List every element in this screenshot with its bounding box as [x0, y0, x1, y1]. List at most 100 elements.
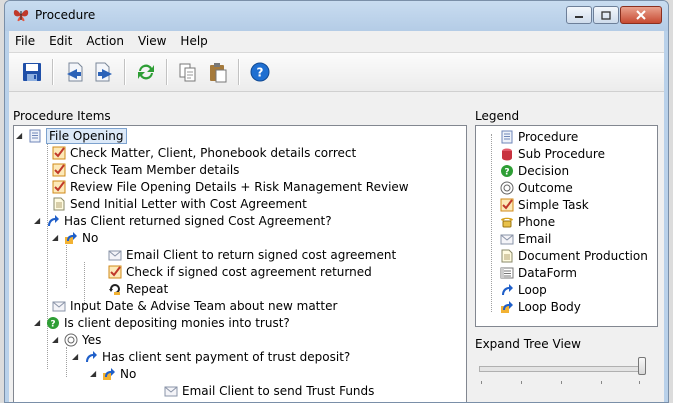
export-button[interactable] [91, 58, 117, 86]
tree-connector [47, 143, 48, 369]
help-button[interactable]: ? [247, 58, 273, 86]
outcome-icon [500, 181, 514, 195]
simple-task-icon [500, 198, 514, 212]
collapse-arrow-icon[interactable]: ◢ [16, 131, 26, 140]
legend-item-label: Document Production [518, 248, 648, 263]
email-icon [108, 248, 122, 262]
copy-button[interactable] [175, 58, 201, 86]
email-icon [52, 299, 66, 313]
tree-item-label: Email Client to return signed cost agree… [126, 247, 397, 262]
tree-item-label: Repeat [126, 281, 169, 296]
collapse-arrow-icon[interactable]: ◢ [90, 369, 100, 378]
slider-tick [601, 381, 602, 384]
slider-thumb[interactable] [638, 357, 646, 375]
copy-icon [179, 63, 196, 82]
tree-item[interactable]: Check Matter, Client, Phonebook details … [52, 144, 356, 161]
maximize-icon [601, 10, 611, 20]
procedure-icon [500, 130, 514, 144]
legend-panel: Procedure Sub Procedure ? Decision Outco… [475, 125, 658, 327]
paste-button[interactable] [205, 58, 231, 86]
tree-item[interactable]: Check if signed cost agreement returned [108, 263, 372, 280]
tree-item[interactable]: Check Team Member details [52, 161, 239, 178]
tree-item[interactable]: ◢ Has client sent payment of trust depos… [72, 348, 350, 365]
tree-item[interactable]: Repeat [108, 280, 168, 297]
save-button[interactable] [19, 58, 45, 86]
collapse-arrow-icon[interactable]: ◢ [34, 318, 44, 327]
decision-icon: ? [46, 316, 60, 330]
legend-item: Loop [500, 281, 547, 298]
collapse-arrow-icon[interactable]: ◢ [34, 216, 44, 225]
legend-item-label: Simple Task [518, 197, 589, 212]
loop-icon [46, 214, 60, 228]
tree-item[interactable]: ◢ Has Client returned signed Cost Agreem… [34, 212, 332, 229]
tree-item[interactable]: ◢ No [90, 365, 136, 382]
legend-item: Loop Body [500, 298, 581, 315]
email-icon [500, 232, 514, 246]
collapse-arrow-icon[interactable]: ◢ [72, 352, 82, 361]
menu-view[interactable]: View [132, 34, 174, 48]
loop-body-icon [102, 367, 116, 381]
title-bar[interactable]: Procedure [5, 1, 668, 31]
procedure-window: Procedure File Edit Action View Help ? P… [4, 0, 669, 403]
legend-item-label: Phone [518, 214, 556, 229]
minimize-button[interactable] [566, 6, 592, 24]
legend-item-label: Procedure [518, 129, 579, 144]
tree-item[interactable]: Email Client to return signed cost agree… [108, 246, 396, 263]
document-production-icon [500, 249, 514, 263]
tree-item-label: Is client depositing monies into trust? [64, 315, 290, 330]
legend-connector [491, 134, 492, 312]
simple-task-icon [52, 146, 66, 160]
refresh-icon [138, 64, 154, 80]
tree-item[interactable]: Input Date & Advise Team about new matte… [52, 297, 337, 314]
tree-item[interactable]: Send Initial Letter with Cost Agreement [52, 195, 307, 212]
tree-item[interactable]: ◢ Yes [52, 331, 101, 348]
menu-help[interactable]: Help [174, 34, 215, 48]
menu-edit[interactable]: Edit [43, 34, 80, 48]
window-title: Procedure [35, 8, 96, 22]
tree-item-label: Email Client to send Trust Funds [182, 383, 375, 398]
tree-item[interactable]: ◢ No [52, 229, 98, 246]
slider-tick [521, 381, 522, 384]
tree-item-label: File Opening [46, 127, 127, 144]
collapse-arrow-icon[interactable]: ◢ [52, 335, 62, 344]
refresh-button[interactable] [133, 58, 159, 86]
menu-action[interactable]: Action [80, 34, 132, 48]
document-production-icon [52, 197, 66, 211]
butterfly-icon [13, 7, 29, 23]
tree-item-label: Check if signed cost agreement returned [126, 264, 372, 279]
decision-icon: ? [500, 164, 514, 178]
expand-tree-view-slider[interactable] [479, 357, 646, 384]
tree-item-label: Check Matter, Client, Phonebook details … [70, 145, 357, 160]
tree-item[interactable]: Review File Opening Details + Risk Manag… [52, 178, 409, 195]
menu-file[interactable]: File [9, 34, 43, 48]
toolbar-separator [52, 59, 54, 85]
close-button[interactable] [620, 6, 662, 24]
collapse-arrow-icon[interactable]: ◢ [52, 233, 62, 242]
sub-procedure-icon [500, 147, 514, 161]
tree-item[interactable]: ◢ File Opening [16, 127, 127, 144]
procedure-tree[interactable]: ◢ File Opening Check Matter, Client, Pho… [13, 125, 467, 402]
maximize-button[interactable] [593, 6, 619, 24]
tree-item[interactable]: Email Client to send Trust Funds [164, 382, 374, 399]
slider-tick [481, 381, 482, 384]
tree-item-label: Yes [82, 332, 102, 347]
legend-item-label: Decision [518, 163, 570, 178]
legend-item: Email [500, 230, 551, 247]
simple-task-icon [52, 180, 66, 194]
legend-item: Document Production [500, 247, 648, 264]
tree-item-label: Input Date & Advise Team about new matte… [70, 298, 338, 313]
simple-task-icon [108, 265, 122, 279]
tree-item-label: Has client sent payment of trust deposit… [102, 349, 351, 364]
loop-icon [500, 283, 514, 297]
tree-item-label: Review File Opening Details + Risk Manag… [70, 179, 409, 194]
outcome-icon [64, 333, 78, 347]
legend-item-label: DataForm [518, 265, 577, 280]
tree-item[interactable]: ◢ ? Is client depositing monies into tru… [34, 314, 290, 331]
close-icon [636, 10, 646, 20]
tree-item-label: No [120, 366, 137, 381]
tree-item-label: Has Client returned signed Cost Agreemen… [64, 213, 332, 228]
procedure-items-label: Procedure Items [13, 109, 111, 123]
legend-item: Sub Procedure [500, 145, 605, 162]
loop-body-icon [64, 231, 78, 245]
import-button[interactable] [61, 58, 87, 86]
